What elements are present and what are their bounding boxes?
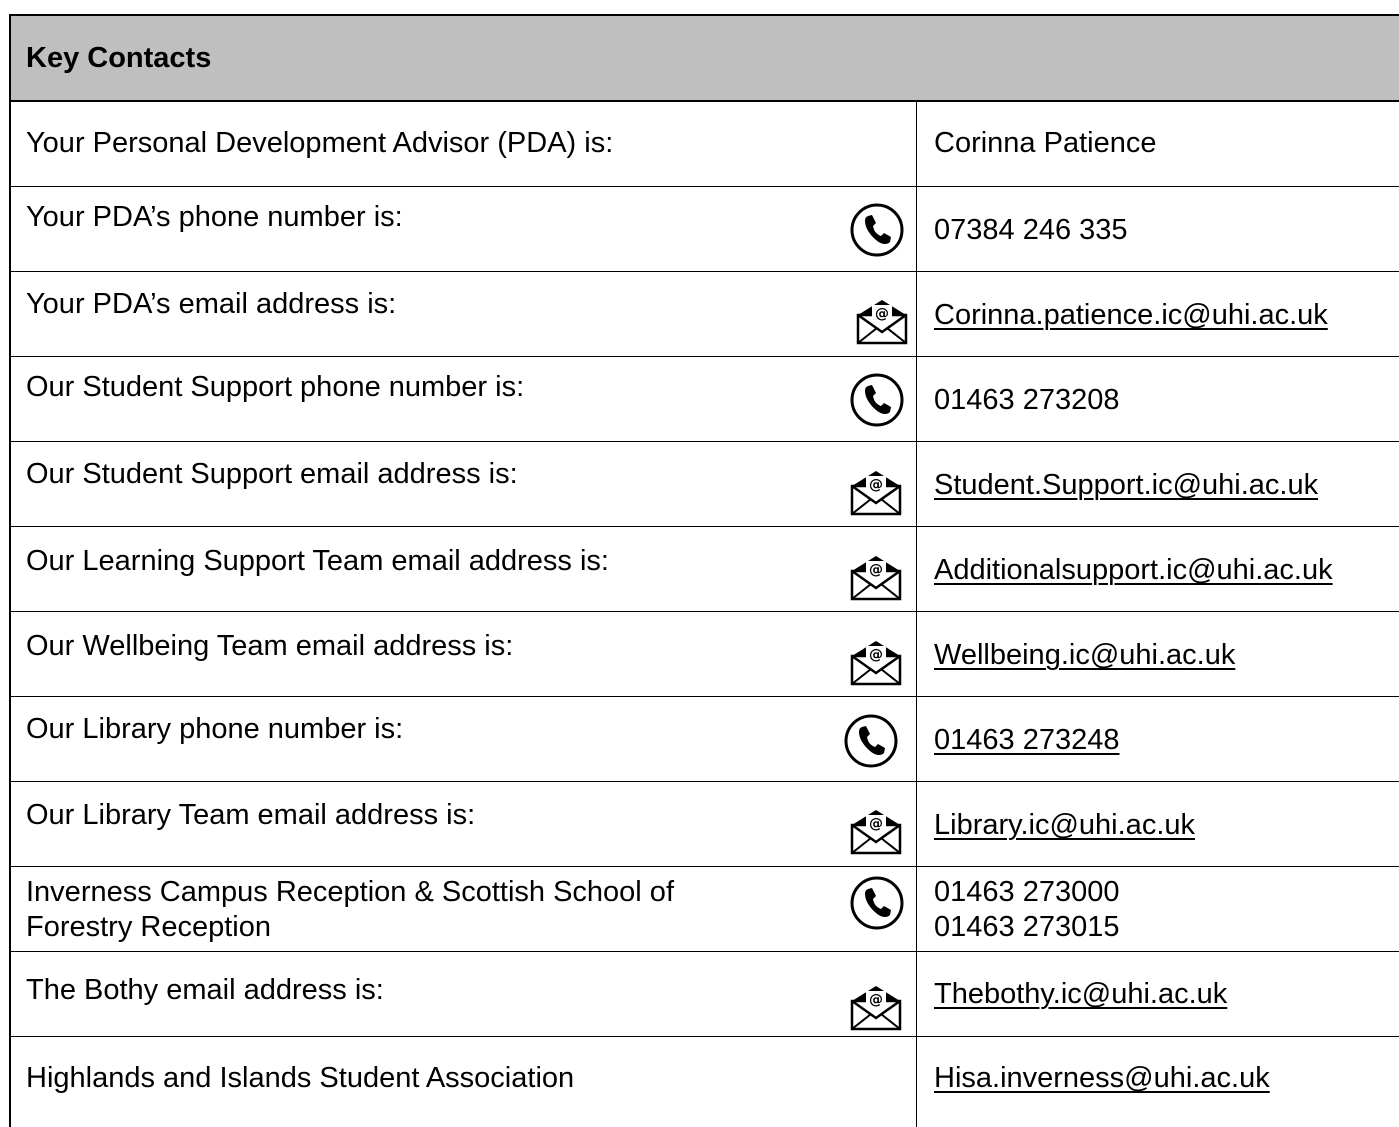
phone-icon xyxy=(849,875,905,931)
svg-text:@: @ xyxy=(869,816,883,832)
student-support-email-link[interactable]: Student.Support.ic@uhi.ac.uk xyxy=(934,468,1318,503)
wellbeing-email-link[interactable]: Wellbeing.ic@uhi.ac.uk xyxy=(934,638,1235,673)
pda-phone-value: 07384 246 335 xyxy=(934,214,1128,246)
table-row: Our Student Support phone number is: 014… xyxy=(11,357,1399,442)
svg-text:@: @ xyxy=(875,306,889,322)
library-email-label: Our Library Team email address is: xyxy=(26,799,476,831)
table-row: Our Library phone number is: 01463 27324… xyxy=(11,697,1399,782)
phone-icon xyxy=(849,202,905,258)
pda-name: Corinna Patience xyxy=(934,127,1157,159)
student-support-email-label: Our Student Support email address is: xyxy=(26,458,518,490)
library-phone-link[interactable]: 01463 273248 xyxy=(934,723,1119,758)
library-phone-label: Our Library phone number is: xyxy=(26,713,404,745)
table-row: Your Personal Development Advisor (PDA) … xyxy=(11,102,1399,187)
email-icon: @ xyxy=(849,552,903,602)
key-contacts-table: Key Contacts Your Personal Development A… xyxy=(9,14,1399,1127)
table-row: Our Library Team email address is: @ Lib… xyxy=(11,782,1399,867)
pda-label: Your Personal Development Advisor (PDA) … xyxy=(26,127,614,159)
student-support-phone-value: 01463 273208 xyxy=(934,384,1120,416)
student-support-phone-label: Our Student Support phone number is: xyxy=(26,371,525,403)
table-row: The Bothy email address is: @ Thebothy.i… xyxy=(11,952,1399,1037)
svg-text:@: @ xyxy=(869,562,883,578)
svg-text:@: @ xyxy=(869,992,883,1008)
bothy-email-label: The Bothy email address is: xyxy=(26,974,384,1006)
email-icon: @ xyxy=(849,637,903,687)
svg-text:@: @ xyxy=(869,647,883,663)
hisa-email-link[interactable]: Hisa.inverness@uhi.ac.uk xyxy=(934,1061,1270,1096)
learning-support-email-link[interactable]: Additionalsupport.ic@uhi.ac.uk xyxy=(934,553,1333,588)
reception-label-line2: Forestry Reception xyxy=(26,911,271,943)
table-title: Key Contacts xyxy=(26,41,212,74)
email-icon: @ xyxy=(849,982,903,1032)
table-row: Our Wellbeing Team email address is: @ W… xyxy=(11,612,1399,697)
table-row: Our Student Support email address is: @ … xyxy=(11,442,1399,527)
table-row: Your PDA’s email address is: @ Corinna.p… xyxy=(11,272,1399,357)
pda-email-label: Your PDA’s email address is: xyxy=(26,288,397,320)
phone-icon xyxy=(849,372,905,428)
hisa-label: Highlands and Islands Student Associatio… xyxy=(26,1062,575,1094)
reception-phone-1: 01463 273000 xyxy=(934,876,1120,908)
phone-icon xyxy=(843,713,899,769)
library-email-link[interactable]: Library.ic@uhi.ac.uk xyxy=(934,808,1195,843)
learning-support-email-label: Our Learning Support Team email address … xyxy=(26,545,609,577)
reception-phone-2: 01463 273015 xyxy=(934,911,1120,943)
table-row: Our Learning Support Team email address … xyxy=(11,527,1399,612)
pda-email-link[interactable]: Corinna.patience.ic@uhi.ac.uk xyxy=(934,298,1328,333)
email-icon: @ xyxy=(849,806,903,856)
reception-label-line1: Inverness Campus Reception & Scottish Sc… xyxy=(26,876,674,908)
svg-text:@: @ xyxy=(869,477,883,493)
wellbeing-email-label: Our Wellbeing Team email address is: xyxy=(26,630,514,662)
bothy-email-link[interactable]: Thebothy.ic@uhi.ac.uk xyxy=(934,977,1227,1012)
table-row: Highlands and Islands Student Associatio… xyxy=(11,1037,1399,1127)
email-icon: @ xyxy=(849,467,903,517)
pda-phone-label: Your PDA’s phone number is: xyxy=(26,201,403,233)
table-row: Your PDA’s phone number is: 07384 246 33… xyxy=(11,187,1399,272)
table-row: Inverness Campus Reception & Scottish Sc… xyxy=(11,867,1399,952)
table-header: Key Contacts xyxy=(11,16,1399,102)
email-icon: @ xyxy=(855,296,909,346)
